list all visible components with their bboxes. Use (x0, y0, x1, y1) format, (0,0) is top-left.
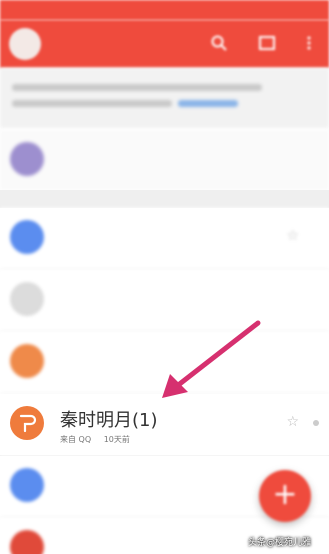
banner-line (12, 100, 172, 107)
document-icon (10, 406, 44, 440)
star-icon[interactable]: ☆ (286, 228, 299, 244)
file-icon (10, 344, 44, 378)
new-document-button[interactable]: + (259, 470, 311, 522)
promo-banner[interactable] (0, 68, 329, 128)
file-icon (10, 282, 44, 316)
file-icon (10, 468, 44, 502)
list-item[interactable]: ☆ (0, 208, 329, 270)
file-meta: 来自 QQ 10天前 (60, 434, 140, 445)
file-icon (10, 530, 44, 554)
banner-link (178, 100, 238, 107)
status-bar (0, 0, 329, 20)
file-source: 来自 QQ (60, 435, 92, 444)
file-name: 秦时明月(1) (60, 410, 158, 431)
watermark: 头条@樱宛儿雅 (248, 538, 312, 548)
pinned-icon (10, 142, 44, 176)
list-item-qinshimingyue[interactable]: 秦时明月(1) 来自 QQ 10天前 ☆ (0, 394, 329, 456)
search-icon[interactable] (210, 34, 228, 52)
more-dot-icon[interactable] (313, 420, 319, 426)
app-bar (0, 20, 329, 68)
section-divider (0, 190, 329, 208)
avatar[interactable] (9, 28, 41, 60)
folder-icon[interactable] (258, 34, 276, 52)
more-vert-icon[interactable] (300, 34, 318, 52)
banner-line (12, 84, 262, 91)
star-icon[interactable]: ☆ (286, 414, 299, 430)
pinned-item[interactable] (0, 130, 329, 190)
file-icon (10, 220, 44, 254)
file-time: 10天前 (103, 435, 130, 444)
list-item[interactable] (0, 332, 329, 394)
list-item[interactable] (0, 270, 329, 332)
